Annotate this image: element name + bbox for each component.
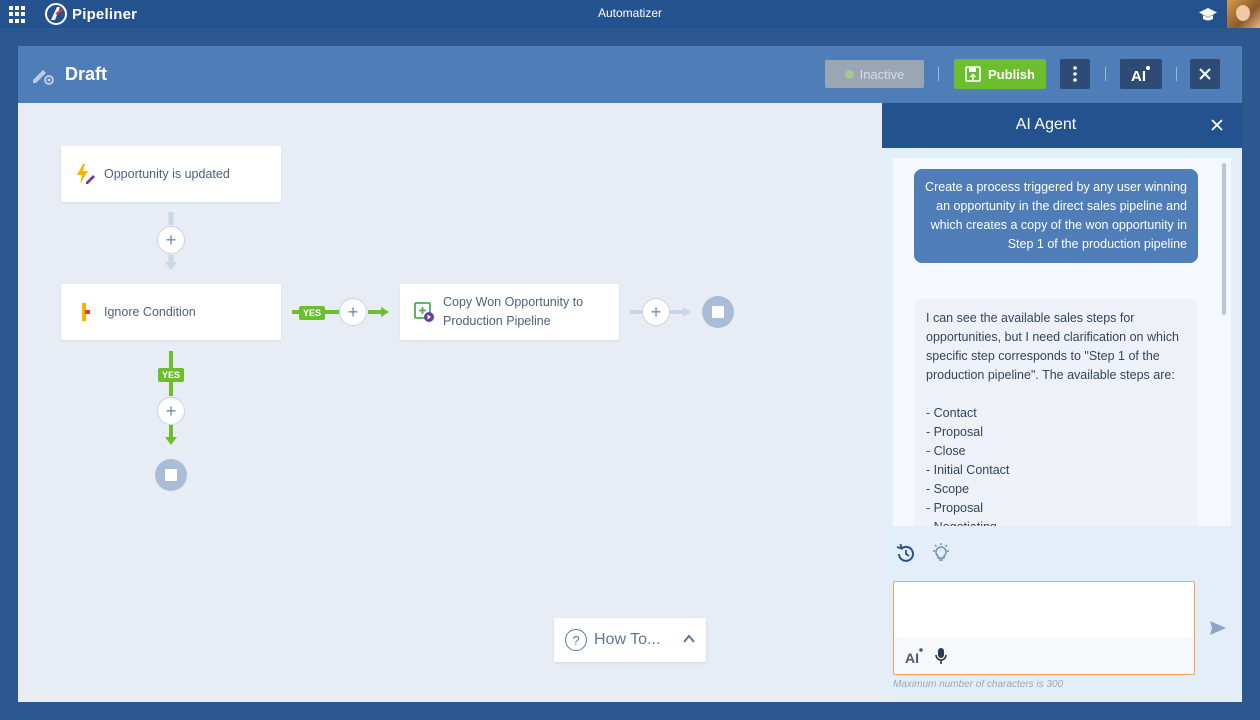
how-to-label: How To... (594, 631, 661, 648)
kebab-menu-icon (1073, 66, 1077, 82)
chat-history[interactable]: Create a process triggered by any user w… (893, 158, 1231, 526)
copy-opportunity-icon (414, 302, 434, 322)
user-message: Create a process triggered by any user w… (914, 169, 1198, 263)
lightning-edit-icon (77, 164, 95, 184)
chat-input-box: AI (893, 581, 1195, 675)
divider (1105, 67, 1106, 81)
more-options-button[interactable] (1060, 59, 1090, 89)
plus-icon: + (650, 302, 662, 322)
condition-node[interactable]: Ignore Condition (61, 284, 281, 340)
send-icon[interactable] (1209, 620, 1227, 636)
input-toolbar: AI (894, 638, 1194, 674)
trigger-label: Opportunity is updated (104, 167, 230, 181)
window-header: Draft Inactive Publish AI (18, 46, 1242, 103)
app-title: Automatizer (597, 6, 663, 20)
inactive-toggle-button[interactable]: Inactive (825, 60, 924, 88)
max-characters-hint: Maximum number of characters is 300 (893, 679, 1064, 690)
publish-label: Publish (988, 66, 1035, 82)
history-icon[interactable] (895, 543, 917, 565)
yes-branch-label: YES (158, 368, 185, 382)
plus-icon: + (165, 230, 177, 250)
ai-sparkle-icon: AI (1131, 66, 1150, 83)
condition-branch-icon (82, 303, 90, 321)
microphone-icon[interactable] (934, 647, 948, 665)
plus-icon: + (347, 302, 359, 322)
ai-panel-title: AI Agent (1015, 116, 1077, 133)
chat-scrollbar[interactable] (1222, 163, 1226, 315)
divider (938, 67, 939, 81)
ai-prompt-icon[interactable]: AI (905, 647, 925, 665)
chevron-up-icon[interactable] (682, 632, 696, 646)
draft-edit-icon (33, 70, 54, 85)
ai-agent-panel: AI Agent Create a process triggered by a… (882, 103, 1242, 702)
yes-branch-label: YES (299, 306, 326, 320)
svg-text:AI: AI (1131, 68, 1146, 83)
close-icon (1199, 68, 1211, 80)
ai-agent-button[interactable]: AI (1120, 59, 1162, 89)
status-dot-icon (844, 69, 854, 79)
help-question-icon: ? (565, 629, 587, 651)
action-label: Copy Won Opportunity to Production Pipel… (443, 295, 584, 328)
how-to-widget[interactable]: ? How To... (554, 618, 706, 662)
top-bar: Pipeliner Automatizer (0, 0, 1260, 28)
add-step-button[interactable]: + (339, 298, 367, 326)
page-title: Draft (65, 64, 108, 84)
automation-window: Draft Inactive Publish AI Opportunity is… (18, 46, 1242, 702)
stop-icon (712, 306, 724, 318)
divider (1176, 67, 1177, 81)
end-node (702, 296, 734, 328)
add-step-button[interactable]: + (157, 226, 185, 254)
publish-button[interactable]: Publish (954, 59, 1046, 89)
trigger-node[interactable]: Opportunity is updated (61, 146, 281, 202)
add-step-button[interactable]: + (642, 298, 670, 326)
graduation-cap-icon[interactable] (1198, 5, 1218, 23)
workflow-canvas[interactable]: Opportunity is updated + Ignore Conditio… (18, 103, 882, 702)
action-node[interactable]: Copy Won Opportunity to Production Pipel… (400, 284, 619, 340)
inactive-label: Inactive (859, 66, 905, 82)
svg-text:AI: AI (905, 650, 919, 665)
agent-message: I can see the available sales steps for … (914, 299, 1198, 526)
close-window-button[interactable] (1190, 59, 1220, 89)
save-disk-icon (965, 66, 981, 82)
user-avatar[interactable] (1227, 0, 1260, 28)
lightbulb-icon[interactable] (930, 542, 952, 564)
ai-panel-header: AI Agent (882, 103, 1242, 148)
condition-label: Ignore Condition (104, 305, 196, 319)
end-node (155, 459, 187, 491)
plus-icon: + (165, 401, 177, 421)
chat-input[interactable] (894, 582, 1194, 638)
close-ai-panel-icon[interactable] (1210, 118, 1224, 132)
add-step-button[interactable]: + (157, 397, 185, 425)
stop-icon (165, 469, 177, 481)
